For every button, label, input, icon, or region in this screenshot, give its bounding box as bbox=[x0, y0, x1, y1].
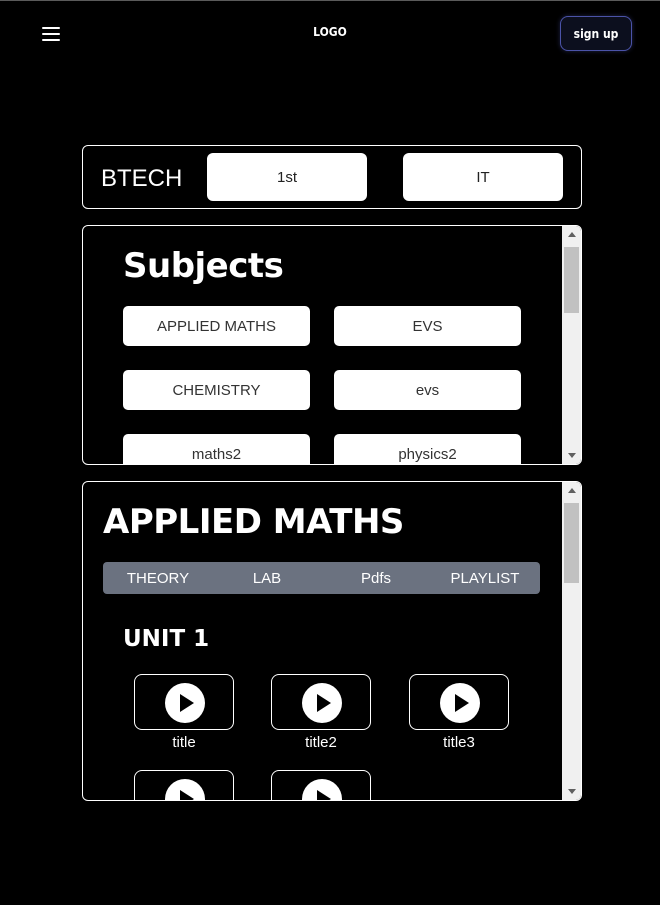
subjects-panel: Subjects APPLIED MATHS EVS CHEMISTRY evs… bbox=[82, 225, 582, 465]
scrollbar-thumb[interactable] bbox=[564, 247, 579, 313]
scroll-up-arrow-icon[interactable] bbox=[562, 482, 581, 499]
subject-button[interactable]: CHEMISTRY bbox=[123, 370, 310, 410]
subject-button[interactable]: EVS bbox=[334, 306, 521, 346]
video-title: title3 bbox=[443, 734, 475, 751]
video-card[interactable] bbox=[271, 770, 371, 800]
tab-playlist[interactable]: PLAYLIST bbox=[435, 562, 535, 594]
scrollbar-thumb[interactable] bbox=[564, 503, 579, 583]
video-card[interactable] bbox=[134, 770, 234, 800]
tab-pdfs[interactable]: Pdfs bbox=[326, 562, 426, 594]
sign-up-button[interactable]: sign up bbox=[560, 16, 632, 51]
scroll-down-arrow-icon[interactable] bbox=[562, 447, 581, 464]
subject-button[interactable]: APPLIED MATHS bbox=[123, 306, 310, 346]
course-selector: BTECH 1st IT bbox=[82, 145, 582, 209]
play-icon bbox=[165, 779, 205, 800]
tab-theory[interactable]: THEORY bbox=[108, 562, 208, 594]
course-label: BTECH bbox=[101, 165, 183, 192]
subject-detail-panel: APPLIED MATHS THEORY LAB Pdfs PLAYLIST U… bbox=[82, 481, 582, 801]
branch-select-button[interactable]: IT bbox=[403, 153, 563, 201]
tab-lab[interactable]: LAB bbox=[217, 562, 317, 594]
video-card[interactable] bbox=[134, 674, 234, 730]
content-tabs: THEORY LAB Pdfs PLAYLIST bbox=[103, 562, 540, 594]
unit-heading: UNIT 1 bbox=[123, 626, 210, 652]
play-icon bbox=[440, 683, 480, 723]
subjects-heading: Subjects bbox=[123, 246, 284, 286]
video-title: title2 bbox=[305, 734, 337, 751]
subject-button[interactable]: evs bbox=[334, 370, 521, 410]
video-title: title bbox=[172, 734, 196, 751]
subject-button[interactable]: physics2 bbox=[334, 434, 521, 464]
app-header: LOGO sign up bbox=[0, 1, 660, 65]
video-card[interactable] bbox=[271, 674, 371, 730]
video-card[interactable] bbox=[409, 674, 509, 730]
subject-button[interactable]: maths2 bbox=[123, 434, 310, 464]
subject-title: APPLIED MATHS bbox=[103, 502, 404, 542]
play-icon bbox=[302, 779, 342, 800]
year-select-button[interactable]: 1st bbox=[207, 153, 367, 201]
scroll-up-arrow-icon[interactable] bbox=[562, 226, 581, 243]
play-icon bbox=[302, 683, 342, 723]
scroll-down-arrow-icon[interactable] bbox=[562, 783, 581, 800]
play-icon bbox=[165, 683, 205, 723]
detail-scrollbar[interactable] bbox=[562, 482, 581, 800]
subjects-scrollbar[interactable] bbox=[562, 226, 581, 464]
